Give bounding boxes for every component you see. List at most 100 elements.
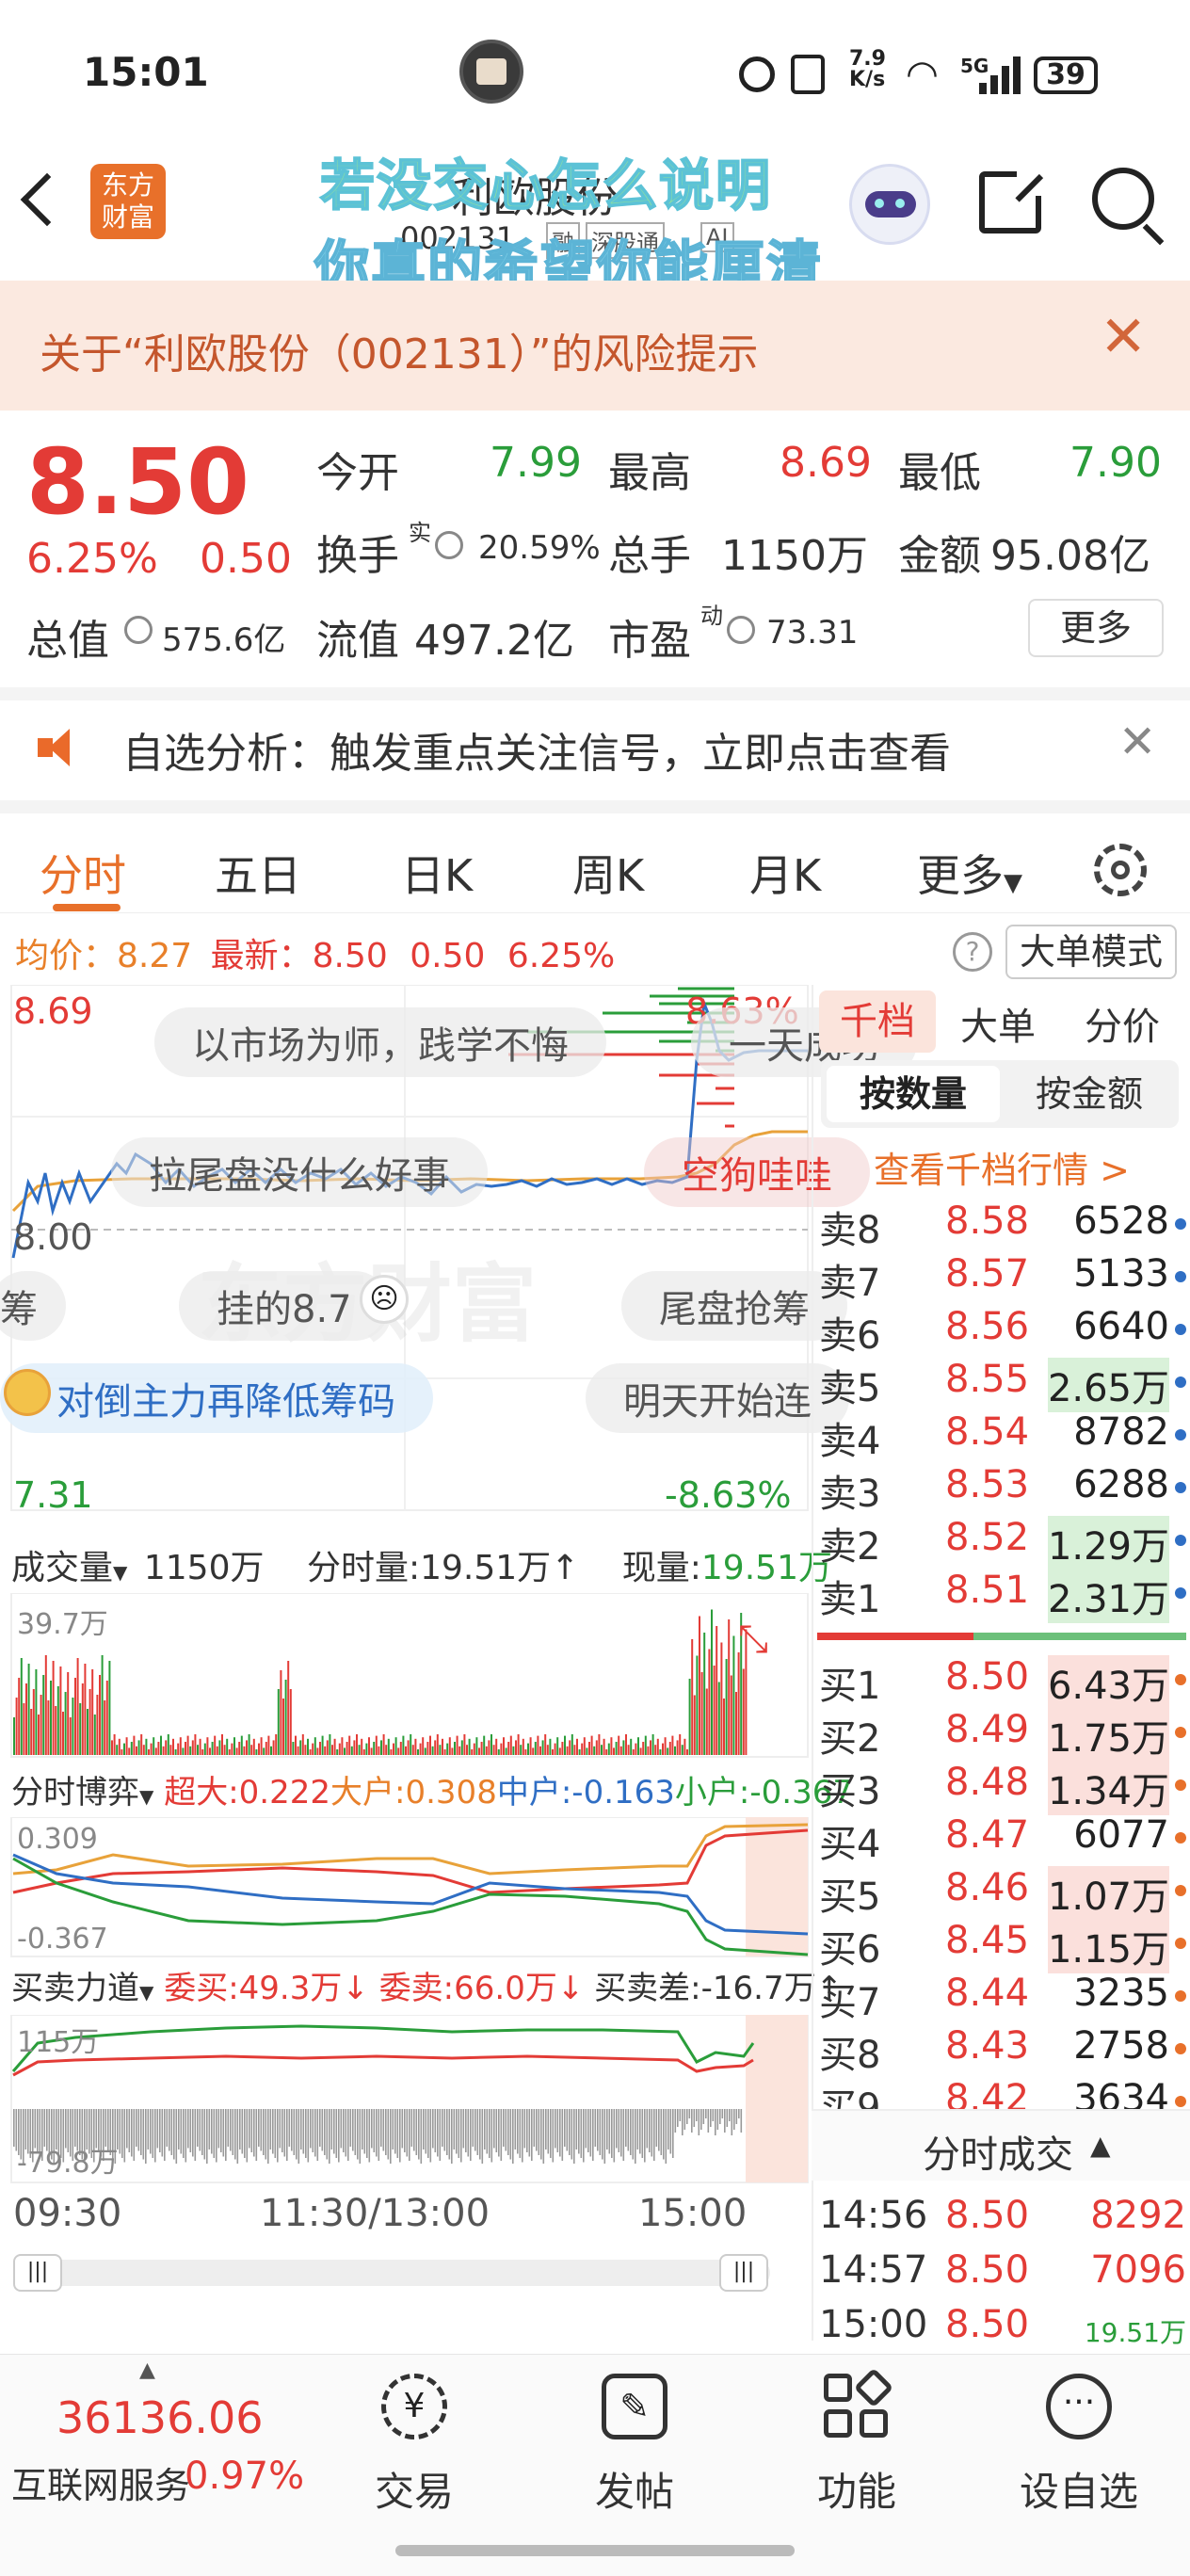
bid-row[interactable]: 买3 8.48 1.34万 [817,1761,1186,1815]
bid-row[interactable]: 买2 8.49 1.75万 [817,1708,1186,1763]
volume-bar [252,1738,255,1755]
level-label: 卖8 [819,1209,881,1252]
tab-weekly-k[interactable]: 周K [572,842,644,904]
force-bar [603,2109,606,2164]
volume-bar [365,1743,368,1755]
collapse-up-icon[interactable]: ▲ [1090,2130,1111,2161]
force-bar [333,2109,335,2154]
info-dots-icon[interactable] [435,531,463,559]
game-indicator-select[interactable]: 分时博弈▼ [11,1774,153,1811]
view-depth-link[interactable]: 查看千档行情 > [874,1141,1130,1193]
force-bar [578,2109,580,2154]
nav-add-watchlist[interactable]: ··· 设自选 [1013,2374,1145,2518]
ask-row[interactable]: 卖1 8.51 2.31万 [817,1569,1186,1623]
orderbook-tab-depth[interactable]: 千档 [819,990,936,1053]
volume-bar [419,1743,422,1755]
ask-row[interactable]: 卖6 8.56 6640 [817,1305,1186,1358]
volume-bar [145,1738,148,1755]
nav-trade[interactable]: ¥ 交易 [348,2374,480,2518]
time-range-scrollbar[interactable] [13,2260,770,2286]
settings-gear-icon[interactable] [1094,844,1147,896]
expand-icon[interactable]: ⤡ [738,1618,768,1661]
bid-row[interactable]: 买4 8.47 6077 [817,1813,1186,1866]
volume-bar [74,1678,76,1755]
float-value: 497.2亿 [414,617,574,665]
volume-bar [475,1737,478,1755]
close-icon[interactable]: ✕ [1118,716,1156,768]
force-bar [649,2109,651,2152]
volume-bar [56,1686,59,1755]
tab-five-day[interactable]: 五日 [215,842,301,904]
nav-functions[interactable]: 功能 [791,2367,923,2518]
volume-bar-chart[interactable] [0,1593,812,1759]
signal-icon [979,56,1022,94]
scrollbar-right-handle[interactable]: ||| [719,2254,768,2292]
nav-post[interactable]: ✎ 发帖 [569,2374,700,2518]
force-chart[interactable] [0,2015,812,2184]
assistant-robot-icon[interactable] [849,164,930,245]
volume-bar [267,1735,270,1755]
volume-bar [448,1737,451,1755]
bid-row[interactable]: 买1 8.50 6.43万 [817,1655,1186,1710]
volume-bar [717,1682,720,1755]
force-bar [128,2109,131,2152]
force-bar [222,2109,225,2157]
ask-row[interactable]: 卖3 8.53 6288 [817,1463,1186,1516]
trades-header[interactable]: 分时成交 ▲ [812,2109,1190,2181]
volume-bar [185,1742,186,1755]
volume-bar [299,1740,302,1755]
bid-row[interactable]: 买8 8.43 2758 [817,2024,1186,2077]
bid-row[interactable]: 买7 8.44 3235 [817,1972,1186,2024]
force-bar [667,2109,669,2149]
expand-up-icon[interactable]: ▲ [139,2359,155,2382]
volume-bar [517,1734,520,1755]
volume-bar [250,1745,253,1755]
more-button[interactable]: 更多 [1028,599,1164,657]
ask-row[interactable]: 卖7 8.57 5133 [817,1252,1186,1305]
force-bar [225,2109,227,2161]
level-volume: 6077 [1073,1813,1169,1857]
share-icon[interactable] [979,168,1045,233]
scrollbar-left-handle[interactable]: ||| [13,2254,62,2292]
level-price: 8.43 [945,2024,1030,2068]
help-icon[interactable]: ? [953,932,992,972]
ask-row[interactable]: 卖8 8.58 6528 [817,1199,1186,1252]
force-indicator-select[interactable]: 买卖力道▼ [11,1970,153,2007]
tab-daily-k[interactable]: 日K [401,842,473,904]
subtab-by-quantity[interactable]: 按数量 [827,1066,1000,1122]
volume-indicator-select[interactable]: 成交量▼ [11,1549,127,1587]
subtab-by-amount[interactable]: 按金额 [1005,1066,1173,1122]
info-dots-icon[interactable] [124,616,153,644]
level-dot [1175,1377,1186,1388]
big-order-mode-button[interactable]: 大单模式 [1005,925,1177,979]
volume-bar [265,1742,267,1755]
close-icon[interactable]: ✕ [1100,309,1147,365]
info-dots-icon[interactable] [727,616,755,644]
bid-row[interactable]: 买6 8.45 1.15万 [817,1919,1186,1973]
tab-intraday[interactable]: 分时 [40,842,126,904]
search-icon[interactable] [1092,168,1165,246]
back-icon[interactable] [20,172,74,227]
volume-bar [686,1749,688,1755]
tab-monthly-k[interactable]: 月K [749,842,821,904]
force-bar [291,2109,293,2151]
force-bar [700,2109,702,2130]
game-axis-bottom: -0.367 [17,1923,108,1956]
ask-row[interactable]: 卖4 8.54 8782 [817,1410,1186,1463]
volume-bar [309,1749,312,1755]
orderbook-tab-big-orders[interactable]: 大单 [960,996,1036,1051]
index-name[interactable]: 互联网服务 [11,2456,190,2508]
volume-bar [659,1749,662,1755]
volume-bar [321,1735,324,1755]
ask-row[interactable]: 卖5 8.55 2.65万 [817,1358,1186,1412]
force-bar [618,2109,620,2152]
orderbook-tab-price-dist[interactable]: 分价 [1085,996,1160,1051]
index-value[interactable]: 36136.06 [56,2392,264,2443]
tab-more[interactable]: 更多▼ [917,842,1022,904]
ask-row[interactable]: 卖2 8.52 1.29万 [817,1516,1186,1570]
game-line-chart[interactable] [0,1817,812,1958]
risk-banner[interactable]: 关于“利欧股份（002131）”的风险提示 ✕ [0,281,1190,411]
notice-bar[interactable]: 自选分析：触发重点关注信号，立即点击查看 ✕ [0,687,1190,800]
home-indicator[interactable] [395,2545,795,2556]
bid-row[interactable]: 买5 8.46 1.07万 [817,1866,1186,1921]
